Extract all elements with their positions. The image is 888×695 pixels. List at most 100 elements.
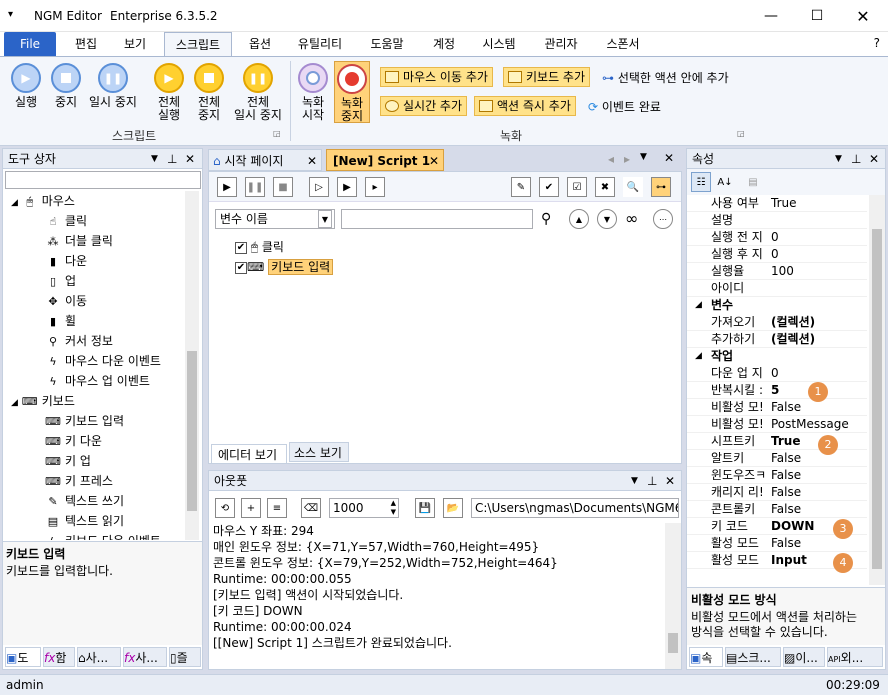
property-row[interactable]: 반복시킬 :5 <box>687 382 867 399</box>
property-row[interactable]: 사용 여부 True <box>687 195 867 212</box>
tab-start-page[interactable]: ⌂ 시작 페이지 ✕ <box>208 149 322 171</box>
play-outline-icon[interactable]: ▷ <box>309 177 329 197</box>
tree-item[interactable]: ⌨ 키 프레스 <box>45 471 113 491</box>
bottom-tab-favorites[interactable]: ▯즐 <box>169 647 201 667</box>
tree-item[interactable]: ϟ 마우스 업 이벤트 <box>45 371 150 391</box>
checkbox[interactable]: ✔ <box>235 261 247 274</box>
chevron-down-icon[interactable]: ▼ <box>318 210 332 228</box>
property-row[interactable]: 콘트롤키 False <box>687 501 867 518</box>
property-value[interactable]: True <box>771 433 800 450</box>
property-row[interactable]: 실행 후 지0 <box>687 246 867 263</box>
property-value[interactable]: False <box>771 535 801 552</box>
sort-az-icon[interactable]: A↓ <box>715 172 735 192</box>
property-value[interactable]: 0 <box>771 365 779 382</box>
scrollbar-thumb[interactable] <box>668 633 678 653</box>
property-row[interactable]: 실행 전 지0 <box>687 229 867 246</box>
system-menu-icon[interactable]: ▾ <box>8 9 13 20</box>
variable-select[interactable]: 변수 이름 ▼ <box>215 209 335 229</box>
categorized-icon[interactable]: ☷ <box>691 172 711 192</box>
properties-scrollbar[interactable] <box>869 195 885 585</box>
tab-account[interactable]: 계정 <box>424 32 464 56</box>
play-icon[interactable]: ▶ <box>217 177 237 197</box>
chevron-left-icon[interactable]: ◂ <box>608 152 614 166</box>
minimize-button[interactable]: — <box>748 0 794 32</box>
edit-icon[interactable]: ✎ <box>511 177 531 197</box>
close-icon[interactable]: ✕ <box>185 149 195 169</box>
property-value[interactable]: 0 <box>771 229 779 246</box>
close-button[interactable]: ✕ <box>840 0 886 32</box>
property-row[interactable]: 윈도우즈ㅋ False <box>687 467 867 484</box>
more-icon[interactable]: ⋯ <box>653 209 673 229</box>
step-frame-icon[interactable]: ▸ <box>365 177 385 197</box>
tree-item[interactable]: ✥ 이동 <box>45 291 87 311</box>
close-icon[interactable]: ✕ <box>429 150 439 172</box>
folder-icon[interactable]: 📂 <box>443 498 463 518</box>
check-icon[interactable]: ✔ <box>539 177 559 197</box>
tree-item[interactable]: ϟ 마우스 다운 이벤트 <box>45 351 161 371</box>
bottom-tab-script[interactable]: ▤스크... <box>725 647 781 667</box>
dropdown-icon[interactable]: ▼ <box>640 152 647 162</box>
property-row[interactable]: 추가하기 (컬렉션) <box>687 331 867 348</box>
scrollbar-thumb[interactable] <box>187 351 197 511</box>
property-value[interactable]: 5 <box>771 382 779 399</box>
property-value[interactable]: 100 <box>771 263 794 280</box>
tree-item[interactable]: ⌨ 키보드 입력 <box>45 411 124 431</box>
output-count-input[interactable]: 1000 ▲ ▼ <box>329 498 399 518</box>
delete-icon[interactable]: ✖ <box>595 177 615 197</box>
tab-utility[interactable]: 유틸리티 <box>290 32 350 56</box>
property-value[interactable]: False <box>771 399 801 416</box>
property-row[interactable]: 다운 업 지0 <box>687 365 867 382</box>
tab-sponsor[interactable]: 스폰서 <box>598 32 648 56</box>
tree-view-icon[interactable]: ⊶ <box>651 177 671 197</box>
toolbox-search-input[interactable] <box>5 171 201 189</box>
property-row[interactable]: 알트키 False <box>687 450 867 467</box>
pause-all-button[interactable]: ❚❚ 전체 일시 중지 <box>230 63 286 122</box>
add-in-selected-button[interactable]: ⊶ 선택한 액션 안에 추가 <box>602 69 729 86</box>
list-icon[interactable]: ≡ <box>267 498 287 518</box>
property-value[interactable]: (컬렉션) <box>771 331 815 348</box>
stop-icon[interactable]: ■ <box>273 177 293 197</box>
chevron-right-icon[interactable]: ▸ <box>624 152 630 166</box>
pin-icon[interactable]: ⊥ <box>851 149 861 169</box>
tree-item[interactable]: ▮ 휠 <box>45 311 76 331</box>
bottom-tab-user[interactable]: ⌂사... <box>77 647 121 667</box>
check-outline-icon[interactable]: ☑ <box>567 177 587 197</box>
property-row[interactable]: 실행율 100 <box>687 263 867 280</box>
script-node-keyboard-input[interactable]: ✔ ⌨ 키보드 입력 <box>235 258 334 276</box>
arrow-up-icon[interactable]: ▲ <box>569 209 589 229</box>
tab-system[interactable]: 시스템 <box>474 32 524 56</box>
tree-item[interactable]: ▮ 다운 <box>45 251 87 271</box>
record-stop-button[interactable]: 녹화 중지 <box>334 61 370 123</box>
property-value[interactable]: False <box>771 484 801 501</box>
property-value[interactable]: (컬렉션) <box>771 314 815 331</box>
tree-item[interactable]: ☝ 클릭 <box>45 211 87 231</box>
dialog-launcher-icon[interactable]: ◲ <box>273 129 281 138</box>
dropdown-icon[interactable]: ▼ <box>631 471 638 491</box>
property-row[interactable]: 가져오기 (컬렉션) <box>687 314 867 331</box>
bottom-tab-user-function[interactable]: fx사... <box>123 647 167 667</box>
dropdown-icon[interactable]: ▼ <box>151 149 158 169</box>
property-category[interactable]: ◢ 작업 <box>687 348 867 365</box>
property-value[interactable]: PostMessage <box>771 416 849 433</box>
bottom-tab-image[interactable]: ▨이... <box>783 647 825 667</box>
infinity-icon[interactable]: ∞ <box>625 209 638 228</box>
property-row[interactable]: 설명 <box>687 212 867 229</box>
pin-icon[interactable]: ⊥ <box>647 471 657 491</box>
close-icon[interactable]: ✕ <box>869 149 879 169</box>
toolbox-scrollbar[interactable] <box>185 191 199 540</box>
bottom-tab-function[interactable]: fx함 <box>43 647 75 667</box>
tree-item[interactable]: ⌨ 키 다운 <box>45 431 102 451</box>
tab-script-1[interactable]: [New] Script 1 ✕ <box>326 149 444 171</box>
tree-item[interactable]: ⌨ 키 업 <box>45 451 91 471</box>
bottom-tab-external[interactable]: API외... <box>827 647 883 667</box>
close-icon[interactable]: ✕ <box>307 150 317 172</box>
property-row[interactable]: 아이디 <box>687 280 867 297</box>
action-instant-add-button[interactable]: 액션 즉시 추가 <box>474 96 576 116</box>
stop-button[interactable]: 중지 <box>48 63 84 109</box>
realtime-add-button[interactable]: 실시간 추가 <box>380 96 468 116</box>
tab-options[interactable]: 옵션 <box>240 32 280 56</box>
run-all-button[interactable]: ▶ 전체 실행 <box>150 63 188 122</box>
property-value[interactable]: DOWN <box>771 518 814 535</box>
output-path-input[interactable]: C:\Users\ngmas\Documents\NGM6\ <box>471 498 679 518</box>
property-value[interactable]: False <box>771 450 801 467</box>
